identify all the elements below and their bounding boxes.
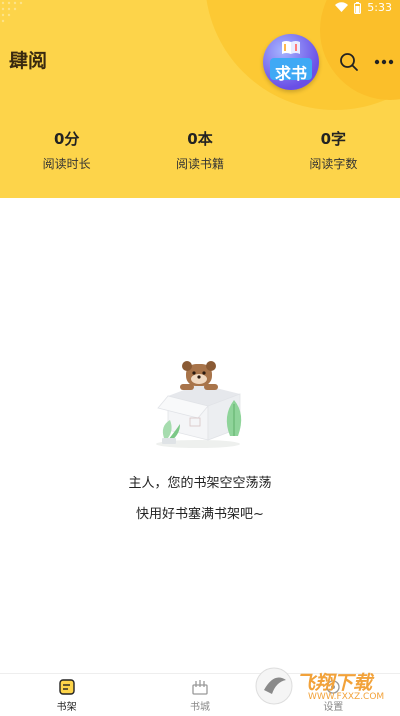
stat-value: 0分 bbox=[53, 130, 80, 148]
nav-item-bookshelf[interactable]: 书架 bbox=[0, 674, 133, 716]
watermark-text: 飞翔下载 bbox=[296, 672, 373, 694]
reading-stats: 0分 阅读时长 0本 阅读书籍 0字 阅读字数 bbox=[0, 128, 400, 172]
more-dots-icon bbox=[374, 59, 394, 65]
bookstore-icon bbox=[192, 679, 208, 695]
status-time: 5:33 bbox=[367, 1, 392, 14]
bookshelf-icon bbox=[58, 678, 75, 695]
stat-reading-time: 0分 阅读时长 bbox=[0, 128, 133, 172]
stat-words-read: 0字 阅读字数 bbox=[267, 128, 400, 172]
search-button[interactable] bbox=[337, 50, 361, 74]
stat-value: 0字 bbox=[320, 130, 347, 148]
stat-value: 0本 bbox=[187, 130, 213, 148]
empty-bookshelf-illustration bbox=[156, 361, 242, 448]
stat-label: 阅读字数 bbox=[309, 157, 358, 171]
request-book-button[interactable]: 求书 bbox=[263, 34, 319, 90]
watermark-url: WWW.FXXZ.COM bbox=[308, 692, 385, 702]
empty-message-line1: 主人，您的书架空空荡荡 bbox=[128, 476, 272, 491]
wifi-icon bbox=[335, 2, 349, 13]
nav-item-bookstore[interactable]: 书城 bbox=[133, 674, 266, 716]
app-title: 肆阅 bbox=[9, 50, 48, 72]
empty-message-line2: 快用好书塞满书架吧~ bbox=[136, 507, 264, 522]
status-bar: 5:33 bbox=[0, 0, 400, 16]
header: 5:33 肆阅 求书 0分 阅读时长 0本 阅读书籍 0字 阅读字数 bbox=[0, 0, 400, 198]
nav-label: 书架 bbox=[56, 701, 77, 713]
more-button[interactable] bbox=[372, 50, 396, 74]
stat-books-read: 0本 阅读书籍 bbox=[133, 128, 266, 172]
stat-label: 阅读时长 bbox=[42, 157, 91, 171]
stat-label: 阅读书籍 bbox=[175, 157, 224, 171]
nav-label: 书城 bbox=[189, 701, 210, 713]
battery-icon bbox=[354, 1, 362, 14]
request-book-label: 求书 bbox=[274, 64, 307, 83]
search-icon bbox=[340, 53, 358, 71]
watermark-logo-icon bbox=[255, 667, 293, 705]
site-watermark: 飞翔下载 WWW.FXXZ.COM bbox=[252, 662, 392, 710]
book-icon bbox=[282, 41, 300, 54]
